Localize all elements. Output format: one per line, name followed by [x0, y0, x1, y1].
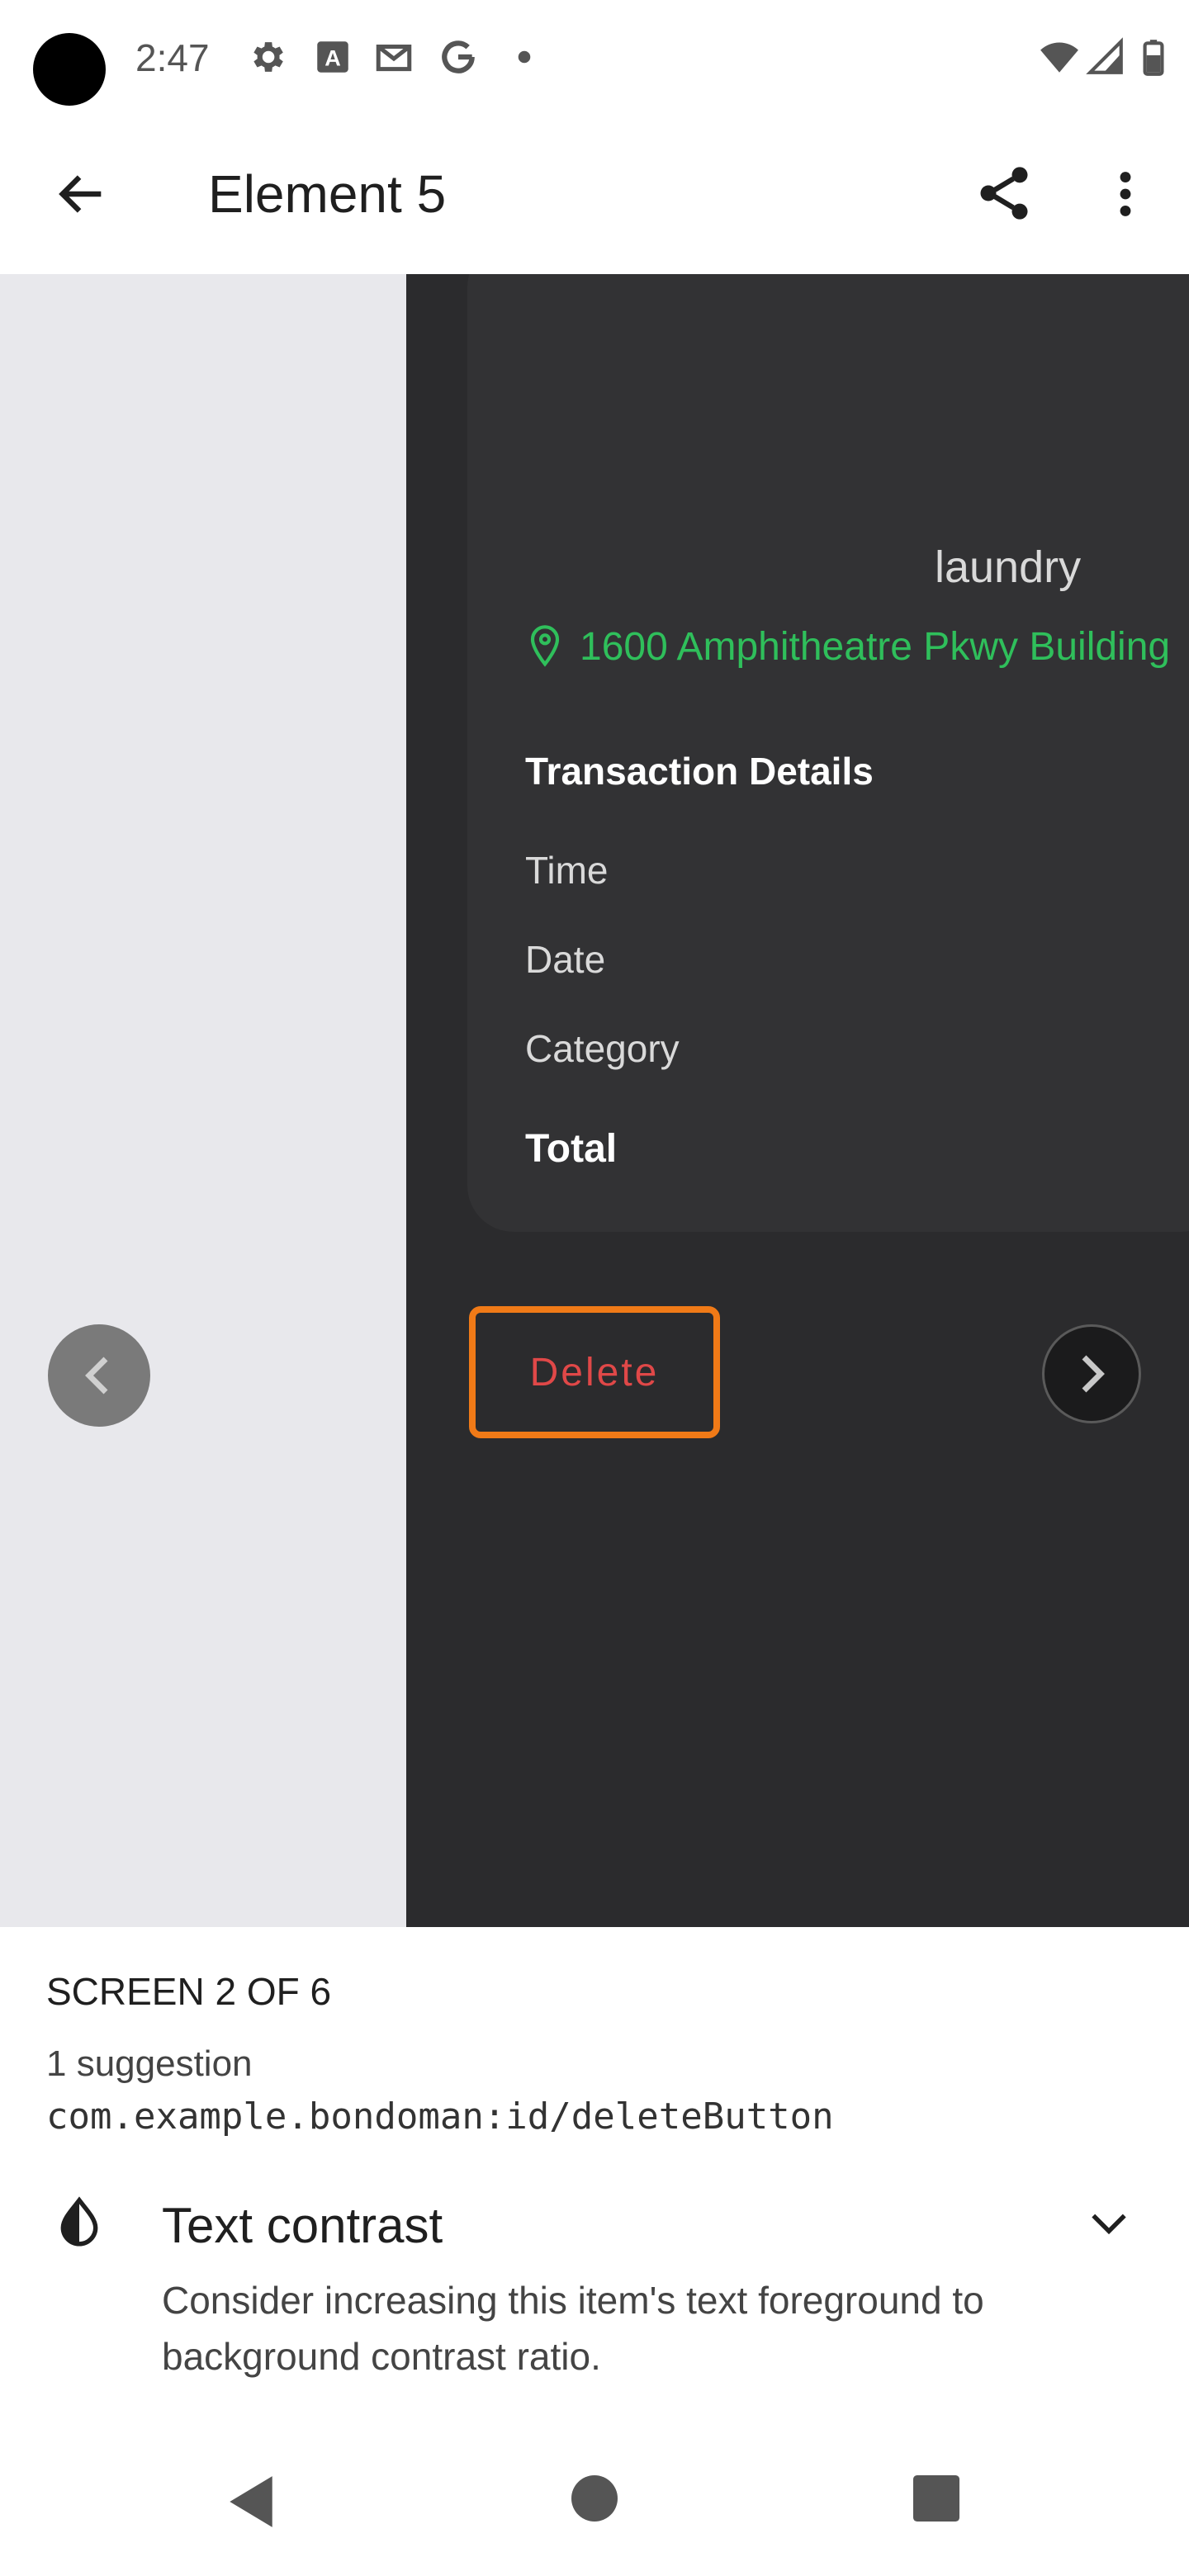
svg-text:A: A — [324, 45, 341, 70]
previous-screen-button[interactable] — [48, 1324, 150, 1427]
chevron-left-icon — [85, 1357, 108, 1395]
page-title: Element 5 — [208, 164, 447, 224]
chevron-down-icon[interactable] — [1088, 2208, 1130, 2241]
transaction-address: 1600 Amphitheatre Pkwy Building — [580, 625, 1171, 669]
detail-label-total: Total — [525, 1127, 618, 1171]
detail-label-category: Category — [525, 1027, 680, 1070]
screenshot-preview: laundry 1600 Amphitheatre Pkwy Building … — [0, 274, 1189, 1927]
status-bar: 2:47 A — [0, 0, 1189, 116]
more-vert-icon[interactable] — [1105, 165, 1146, 223]
system-nav-bar — [0, 2436, 1189, 2576]
contrast-drop-icon — [60, 2196, 98, 2247]
google-icon — [442, 40, 475, 73]
chevron-right-icon — [1082, 1355, 1105, 1393]
screen-counter: SCREEN 2 OF 6 — [46, 1970, 332, 2013]
gmail-icon — [376, 45, 412, 72]
settings-icon — [253, 42, 283, 72]
wifi-icon — [1040, 42, 1078, 73]
a-box-icon: A — [317, 41, 348, 73]
battery-icon — [1143, 40, 1164, 76]
back-arrow-icon[interactable] — [53, 165, 111, 223]
detail-label-date: Date — [525, 938, 606, 981]
delete-button[interactable]: Delete — [469, 1306, 720, 1438]
location-pin-icon — [530, 625, 560, 667]
detail-label-time: Time — [525, 849, 609, 892]
signal-icon — [1086, 37, 1123, 74]
app-bar — [0, 116, 1189, 274]
share-icon[interactable] — [973, 162, 1035, 225]
next-screen-button[interactable] — [1042, 1324, 1141, 1423]
camera-cutout-icon — [33, 33, 106, 106]
dot-icon — [518, 50, 531, 64]
transaction-details-heading: Transaction Details — [525, 750, 874, 793]
suggestion-description: Consider increasing this item's text for… — [162, 2279, 984, 2378]
nav-home-icon[interactable] — [571, 2475, 618, 2522]
nav-recents-icon[interactable] — [913, 2475, 959, 2522]
transaction-title: laundry — [935, 542, 1082, 592]
nav-back-icon[interactable] — [225, 2472, 277, 2531]
resource-id: com.example.bondoman:id/deleteButton — [46, 2095, 834, 2138]
status-time: 2:47 — [135, 36, 210, 79]
suggestion-title[interactable]: Text contrast — [162, 2193, 443, 2259]
suggestion-count: 1 suggestion — [46, 2043, 253, 2084]
